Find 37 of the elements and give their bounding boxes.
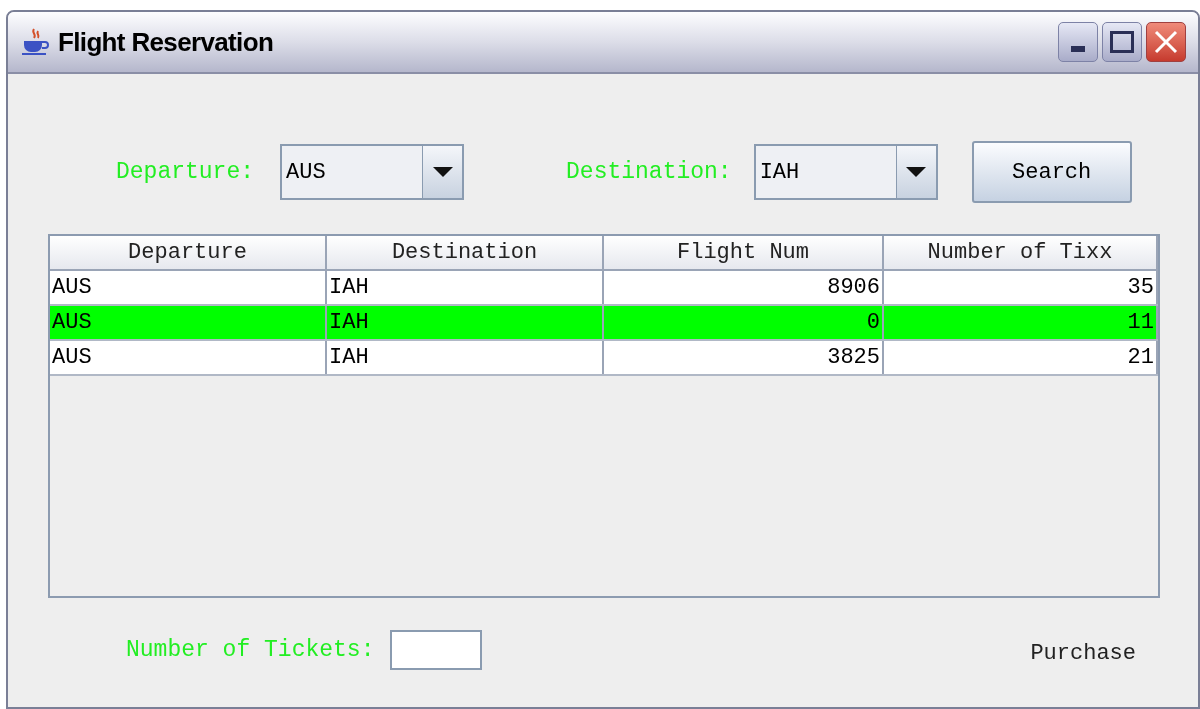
table-cell: IAH [327, 306, 604, 339]
destination-combo[interactable]: IAH [753, 144, 938, 200]
table-cell: IAH [327, 341, 604, 374]
tickets-input[interactable] [390, 630, 483, 670]
dropdown-arrow-icon [906, 167, 927, 177]
table-cell: 35 [884, 271, 1158, 304]
table-cell: 21 [884, 341, 1158, 374]
table-row[interactable]: AUS IAH 0 11 [50, 306, 1158, 341]
coffee-cup-icon [20, 27, 50, 57]
table-cell: 0 [604, 306, 884, 339]
table-cell: 3825 [604, 341, 884, 374]
dropdown-arrow-icon [432, 167, 453, 177]
close-icon [1154, 30, 1178, 54]
table-row[interactable]: AUS IAH 8906 35 [50, 271, 1158, 306]
minimize-icon [1071, 46, 1085, 52]
purchase-button[interactable]: Purchase [1030, 636, 1136, 670]
destination-label: Destination: [566, 157, 732, 187]
column-header[interactable]: Departure [50, 236, 327, 269]
column-header[interactable]: Destination [327, 236, 604, 269]
column-header[interactable]: Flight Num [604, 236, 884, 269]
tickets-label: Number of Tickets: [126, 635, 375, 665]
maximize-icon [1110, 31, 1134, 53]
table-cell: 11 [884, 306, 1158, 339]
table-cell: IAH [327, 271, 604, 304]
window-title: Flight Reservation [58, 25, 274, 59]
close-button[interactable] [1146, 22, 1186, 62]
departure-label: Departure: [116, 157, 255, 187]
minimize-button[interactable] [1058, 22, 1098, 62]
maximize-button[interactable] [1102, 22, 1142, 62]
search-button[interactable]: Search [971, 141, 1132, 203]
departure-combo[interactable]: AUS [280, 144, 465, 200]
table-cell: AUS [50, 271, 327, 304]
column-header[interactable]: Number of Tixx [884, 236, 1158, 269]
table-cell: AUS [50, 306, 327, 339]
table-cell: 8906 [604, 271, 884, 304]
table-cell: AUS [50, 341, 327, 374]
table-row[interactable]: AUS IAH 3825 21 [50, 341, 1158, 376]
